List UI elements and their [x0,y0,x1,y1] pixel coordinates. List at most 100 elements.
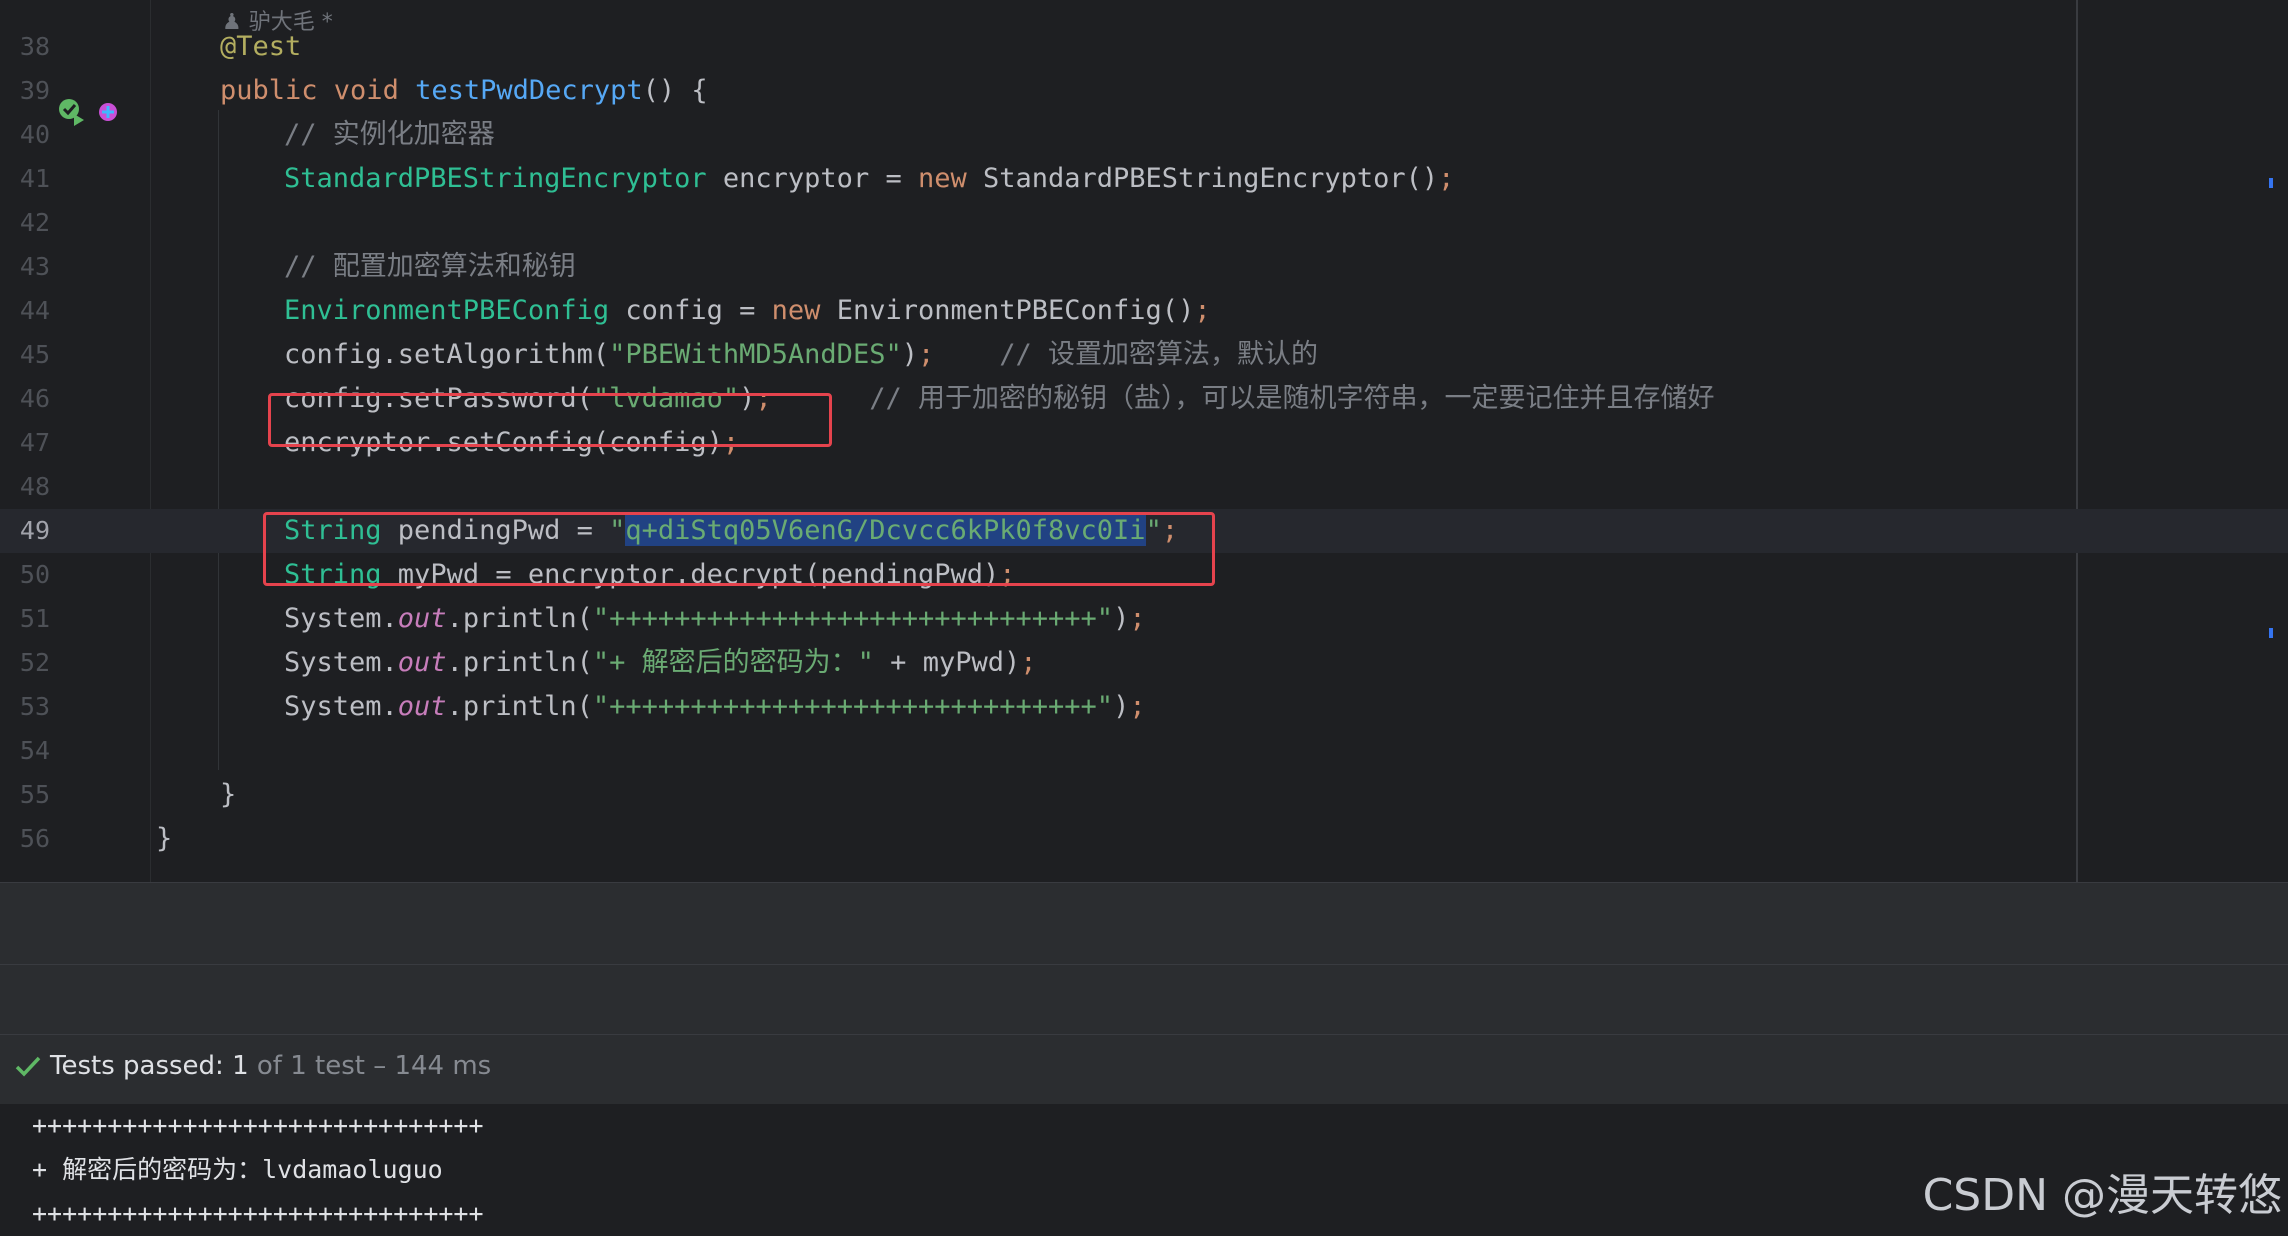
code-line[interactable]: 55} [0,773,2288,817]
code-text[interactable]: StandardPBEStringEncryptor encryptor = n… [284,157,1454,201]
line-number[interactable]: 49 [0,509,50,553]
tests-passed-label: Tests passed: 1 [50,1051,249,1081]
code-token: // 配置加密算法和秘钥 [284,251,576,282]
code-text[interactable]: config.setAlgorithm("PBEWithMD5AndDES");… [284,333,1318,377]
code-token: } [220,779,237,810]
code-line[interactable]: 38 @Test [0,25,2288,69]
code-line[interactable]: 39 public void testPwdDecrypt() { [0,69,2288,113]
code-line[interactable]: 45 config.setAlgorithm("PBEWithMD5AndDES"… [0,333,2288,377]
code-line[interactable]: 42 [0,201,2288,245]
code-token: @Test [220,31,302,62]
code-token: out [397,603,447,634]
code-token: out [397,691,447,722]
scrollbar-marker[interactable] [2269,628,2273,638]
code-text[interactable]: } [156,817,172,861]
line-number[interactable]: 48 [0,465,50,509]
line-number[interactable]: 56 [0,817,50,861]
code-text[interactable]: System.out.println("++++++++++++++++++++… [284,685,1146,729]
line-number[interactable]: 40 [0,113,50,157]
code-token: System. [284,691,398,722]
line-number[interactable]: 50 [0,553,50,597]
line-number[interactable]: 44 [0,289,50,333]
code-token: ; [1194,295,1211,326]
line-number[interactable]: 52 [0,641,50,685]
code-token: ; [1129,603,1146,634]
code-text[interactable]: EnvironmentPBEConfig config = new Enviro… [284,289,1211,333]
line-number[interactable]: 54 [0,729,50,773]
console-line: ++++++++++++++++++++++++++++++ [32,1199,484,1228]
code-text[interactable]: public void testPwdDecrypt() { [220,69,708,113]
line-number[interactable]: 51 [0,597,50,641]
line-number[interactable]: 42 [0,201,50,245]
code-token: new [917,163,983,194]
code-token: out [397,647,447,678]
code-text[interactable]: @Test [220,25,301,69]
console-line: + 解密后的密码为：lvdamaoluguo [32,1155,443,1184]
code-token: config.setAlgorithm( [284,339,610,370]
code-token: ; [917,339,935,370]
code-text[interactable]: } [220,773,236,817]
test-status: Tests passed: 1 of 1 test – 144 ms [50,1035,491,1097]
code-token: } [156,823,173,854]
code-token: encryptor = [706,163,918,194]
check-icon [15,1056,41,1077]
code-line[interactable]: 51 System.out.println("++++++++++++++++++… [0,597,2288,641]
code-token: ) [1113,603,1130,634]
encrypted-string-highlight-box [263,512,1215,586]
test-results-bar: Tests passed: 1 of 1 test – 144 ms [0,1034,2288,1105]
code-text[interactable]: // 实例化加密器 [284,113,495,157]
code-token: // 设置加密算法，默认的 [999,339,1319,370]
code-text[interactable]: System.out.println("++++++++++++++++++++… [284,597,1146,641]
code-line[interactable]: 41 StandardPBEStringEncryptor encryptor =… [0,157,2288,201]
code-token: ; [1020,647,1037,678]
code-token: .println( [446,603,593,634]
code-token: // 实例化加密器 [284,119,495,150]
code-token: "++++++++++++++++++++++++++++++" [592,691,1114,722]
code-token: testPwdDecrypt [415,75,643,106]
code-token: EnvironmentPBEConfig() [836,295,1195,326]
panel-toolbar-secondary [0,964,2288,1035]
line-number[interactable]: 39 [0,69,50,113]
scrollbar-marker[interactable] [2269,178,2273,188]
code-token: // 用于加密的秘钥（盐），可以是随机字符串，一定要记住并且存储好 [869,383,1715,414]
code-token: () { [642,75,708,106]
line-number[interactable]: 47 [0,421,50,465]
code-token: .println( [446,647,593,678]
line-number[interactable]: 53 [0,685,50,729]
code-line[interactable]: 40 // 实例化加密器 [0,113,2288,157]
code-line[interactable]: 54 [0,729,2288,773]
code-token: ) [1113,691,1130,722]
code-line[interactable]: 56} [0,817,2288,861]
code-token: new [771,295,837,326]
code-text[interactable]: System.out.println("+ 解密后的密码为：" + myPwd)… [284,641,1037,685]
password-highlight-box [268,393,832,447]
line-number[interactable]: 46 [0,377,50,421]
code-token: "+ 解密后的密码为：" [592,647,874,678]
code-line[interactable]: 48 [0,465,2288,509]
code-line[interactable]: 52 System.out.println("+ 解密后的密码为：" + myPw… [0,641,2288,685]
code-token: config = [609,295,772,326]
line-number[interactable]: 43 [0,245,50,289]
code-token: StandardPBEStringEncryptor [284,163,707,194]
code-line[interactable]: 44 EnvironmentPBEConfig config = new Envi… [0,289,2288,333]
code-text[interactable]: // 配置加密算法和秘钥 [284,245,576,289]
tests-detail: of 1 test – 144 ms [248,1051,492,1081]
line-number[interactable]: 41 [0,157,50,201]
plugin-icon[interactable] [96,100,120,124]
line-number[interactable]: 45 [0,333,50,377]
line-number[interactable]: 55 [0,773,50,817]
code-line[interactable]: 53 System.out.println("++++++++++++++++++… [0,685,2288,729]
code-token: void [333,75,416,106]
code-token: + myPwd) [873,647,1021,678]
console-line: ++++++++++++++++++++++++++++++ [32,1111,484,1140]
code-token: ; [1129,691,1146,722]
code-line[interactable]: 43 // 配置加密算法和秘钥 [0,245,2288,289]
code-token: .println( [446,691,593,722]
code-token: public [220,75,334,106]
line-number[interactable]: 38 [0,25,50,69]
code-editor[interactable]: ♟ 驴大毛 * 38 @Test 39 public void testPwdDecr… [0,0,2288,882]
run-test-passed-icon[interactable] [56,96,88,128]
code-token: EnvironmentPBEConfig [284,295,610,326]
code-token: "++++++++++++++++++++++++++++++" [592,603,1114,634]
